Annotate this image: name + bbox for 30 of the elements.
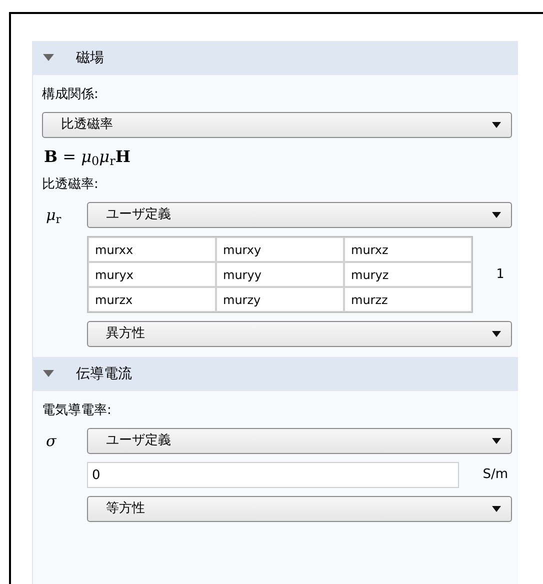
table-cell[interactable]: muryy	[216, 262, 344, 287]
dropdown[interactable]: ユーザ定義	[87, 202, 512, 228]
table-cell[interactable]: murxy	[216, 237, 344, 262]
input-field[interactable]: 0	[87, 462, 459, 488]
caret-icon	[492, 122, 501, 128]
unit-label: 1	[495, 266, 505, 284]
section-header[interactable]: 磁場	[33, 41, 518, 75]
symbol-label: μ$_{r}$	[45, 204, 62, 226]
field-label: 電気導電率:	[42, 402, 112, 420]
symbol-label: σ	[45, 430, 58, 452]
table-cell[interactable]: murzx	[88, 287, 216, 312]
formula: B = μ$_{0}$μ$_{r}$H	[43, 146, 132, 168]
dropdown[interactable]: 異方性	[87, 321, 512, 347]
table-cell[interactable]: muryz	[344, 262, 472, 287]
dropdown[interactable]: 等方性	[87, 496, 512, 522]
field-label: 構成関係:	[42, 86, 100, 104]
table-cell[interactable]: murxx	[88, 237, 216, 262]
caret-icon	[492, 438, 501, 444]
table-cell[interactable]: muryx	[88, 262, 216, 287]
caret-icon	[492, 331, 501, 337]
table-cell[interactable]: murzz	[344, 287, 472, 312]
field-label: 比透磁率:	[42, 176, 100, 194]
dropdown[interactable]: ユーザ定義	[87, 428, 512, 454]
section-header[interactable]: 伝導電流	[33, 357, 518, 391]
caret-icon	[492, 506, 501, 512]
table-cell[interactable]: murzy	[216, 287, 344, 312]
unit-label: S/m	[482, 466, 509, 484]
dropdown[interactable]: 比透磁率	[42, 112, 512, 138]
table-cell[interactable]: murxz	[344, 237, 472, 262]
caret-icon	[492, 212, 501, 218]
